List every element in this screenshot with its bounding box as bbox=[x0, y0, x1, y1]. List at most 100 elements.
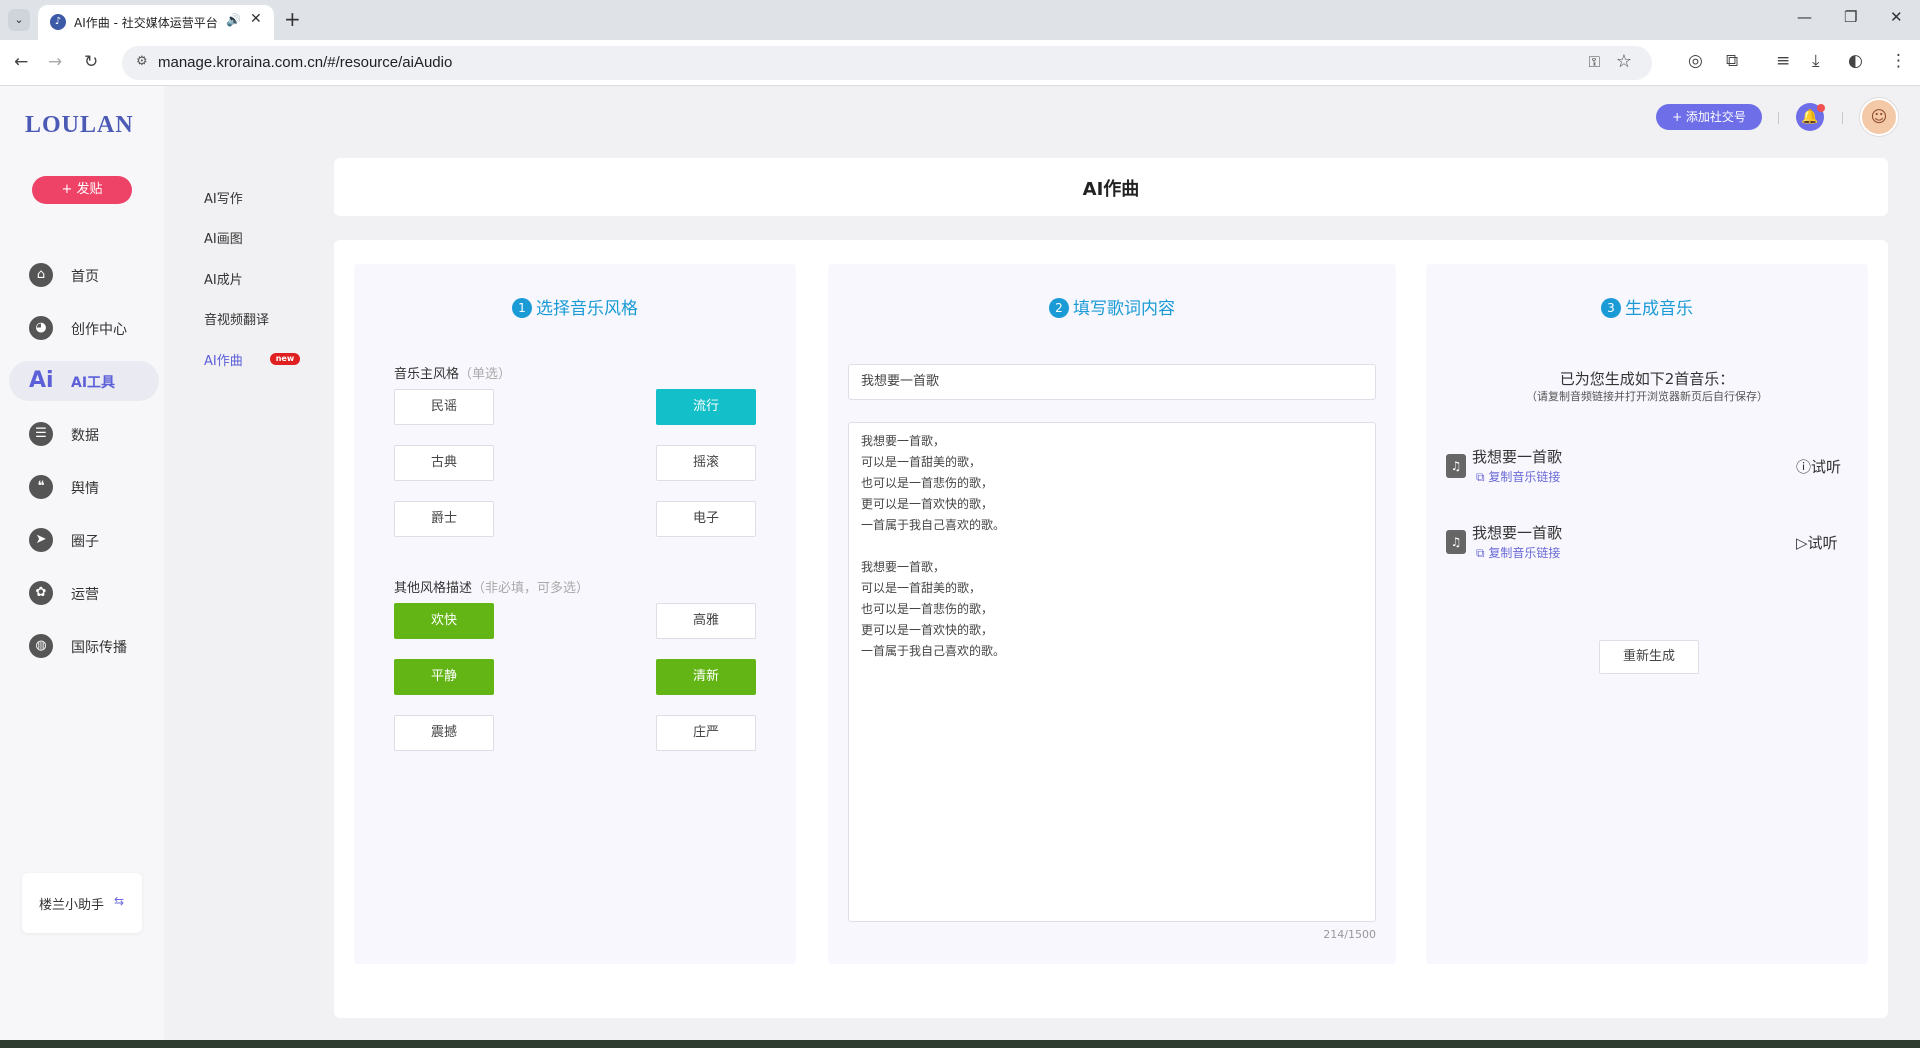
sidebar-item-label: 创作中心 bbox=[71, 322, 127, 338]
style-option-rock[interactable]: 摇滚 bbox=[656, 445, 756, 481]
generate-panel: 3 生成音乐 已为您生成如下2首音乐： （请复制音频链接并打开浏览器新页后自行保存… bbox=[1426, 264, 1868, 964]
preview-button[interactable]: ▷试听 bbox=[1796, 532, 1838, 553]
tab-audio-icon[interactable]: 🔊 bbox=[226, 13, 241, 27]
music-file-icon: ♫ bbox=[1446, 454, 1466, 478]
main-card: 1 选择音乐风格 音乐主风格（单选） 民谣 流行 古典 摇滚 爵士 电子 其他风格… bbox=[334, 240, 1888, 1018]
other-style-label-text: 其他风格描述 bbox=[394, 581, 473, 596]
tab-search-dropdown-icon[interactable]: ⌄ bbox=[8, 9, 30, 31]
extension-record-icon[interactable]: ◎ bbox=[1688, 51, 1703, 71]
assistant-widget[interactable]: 楼兰小助手 ⇆ bbox=[22, 873, 142, 933]
url-text[interactable]: manage.kroraina.com.cn/#/resource/aiAudi… bbox=[158, 54, 452, 71]
page-title-card: AI作曲 bbox=[334, 158, 1888, 216]
media-queue-icon[interactable]: ≡ bbox=[1776, 51, 1790, 71]
database-icon: ☰ bbox=[29, 422, 53, 446]
sidebar-item-operations[interactable]: ✿ 运营 bbox=[9, 573, 159, 613]
sidebar-item-international[interactable]: ◍ 国际传播 bbox=[9, 626, 159, 666]
profile-icon[interactable]: ◐ bbox=[1848, 51, 1863, 71]
step1-number: 1 bbox=[512, 298, 532, 318]
new-tab-icon[interactable]: + bbox=[284, 7, 301, 31]
extensions-puzzle-icon[interactable]: ⧉ bbox=[1726, 51, 1738, 71]
style-option-electronic[interactable]: 电子 bbox=[656, 501, 756, 537]
step3-title: 生成音乐 bbox=[1625, 299, 1693, 319]
user-avatar[interactable]: ☺ bbox=[1860, 98, 1898, 136]
submenu-av-translate[interactable]: 音视频翻译 bbox=[204, 309, 269, 328]
divider bbox=[1778, 112, 1779, 124]
style-option-jazz[interactable]: 爵士 bbox=[394, 501, 494, 537]
song-item: ♫ 我想要一首歌 ⧉ 复制音乐链接 ▷试听 bbox=[1446, 522, 1846, 568]
back-icon[interactable]: ← bbox=[14, 52, 28, 72]
bookmark-star-icon[interactable]: ☆ bbox=[1616, 51, 1632, 72]
sidebar-item-creation-center[interactable]: ◕ 创作中心 bbox=[9, 308, 159, 348]
submenu-ai-video[interactable]: AI成片 bbox=[204, 269, 243, 288]
regenerate-button[interactable]: 重新生成 bbox=[1599, 640, 1699, 674]
sidebar-item-circle[interactable]: ➤ 圈子 bbox=[9, 520, 159, 560]
style-option-classical[interactable]: 古典 bbox=[394, 445, 494, 481]
preview-label: 试听 bbox=[1811, 458, 1842, 476]
sidebar-item-sentiment[interactable]: ❝ 舆情 bbox=[9, 467, 159, 507]
preview-button[interactable]: ⓘ试听 bbox=[1796, 456, 1841, 477]
password-key-icon[interactable]: ⚿ bbox=[1589, 53, 1600, 71]
app-logo[interactable]: LOULAN bbox=[25, 112, 134, 139]
style-option-folk[interactable]: 民谣 bbox=[394, 389, 494, 425]
browser-tab-active[interactable]: ♪ AI作曲 - 社交媒体运营平台 🔊 ✕ bbox=[38, 5, 274, 40]
restore-icon[interactable]: ❐ bbox=[1844, 8, 1857, 26]
step1-title: 选择音乐风格 bbox=[536, 299, 638, 319]
step1-heading: 1 选择音乐风格 bbox=[354, 294, 796, 319]
address-bar[interactable]: ⚙ manage.kroraina.com.cn/#/resource/aiAu… bbox=[122, 46, 1652, 80]
style-option-pop[interactable]: 流行 bbox=[656, 389, 756, 425]
notification-dot bbox=[1817, 104, 1825, 112]
palette-icon: ◕ bbox=[29, 316, 53, 340]
minimize-icon[interactable]: — bbox=[1797, 8, 1812, 26]
sidebar-item-home[interactable]: ⌂ 首页 bbox=[9, 255, 159, 295]
copy-music-link-label: 复制音乐链接 bbox=[1488, 470, 1561, 484]
download-icon[interactable]: ⤓ bbox=[1812, 51, 1820, 71]
forward-icon[interactable]: → bbox=[48, 52, 62, 72]
reload-icon[interactable]: ↻ bbox=[84, 52, 98, 72]
mood-option-solemn[interactable]: 庄严 bbox=[656, 715, 756, 751]
mood-option-fresh[interactable]: 清新 bbox=[656, 659, 756, 695]
generated-save-note: （请复制音频链接并打开浏览器新页后自行保存） bbox=[1526, 390, 1768, 403]
lyrics-panel: 2 填写歌词内容 我想要一首歌 我想要一首歌， 可以是一首甜美的歌， 也可以是一首… bbox=[828, 264, 1396, 964]
sidebar-item-label: AI工具 bbox=[71, 375, 116, 391]
divider bbox=[1842, 112, 1843, 124]
new-badge: new bbox=[270, 353, 300, 365]
globe-icon: ◍ bbox=[29, 634, 53, 658]
play-icon: ⓘ bbox=[1796, 458, 1812, 476]
lyrics-char-counter: 214/1500 bbox=[1323, 928, 1376, 941]
lyrics-textarea[interactable]: 我想要一首歌， 可以是一首甜美的歌， 也可以是一首悲伤的歌， 更可以是一首欢快的… bbox=[848, 422, 1376, 922]
compass-icon: ➤ bbox=[29, 528, 53, 552]
generated-summary: 已为您生成如下2首音乐： bbox=[1559, 370, 1735, 388]
sidebar-item-label: 首页 bbox=[71, 269, 99, 285]
song-item: ♫ 我想要一首歌 ⧉ 复制音乐链接 ⓘ试听 bbox=[1446, 446, 1846, 492]
os-taskbar bbox=[0, 1040, 1920, 1048]
sidebar-item-data[interactable]: ☰ 数据 bbox=[9, 414, 159, 454]
mood-option-elegant[interactable]: 高雅 bbox=[656, 603, 756, 639]
mood-option-cheerful[interactable]: 欢快 bbox=[394, 603, 494, 639]
preview-label: 试听 bbox=[1807, 534, 1838, 552]
copy-music-link[interactable]: ⧉ 复制音乐链接 bbox=[1476, 468, 1560, 485]
sidebar-item-ai-tools[interactable]: Ai AI工具 bbox=[9, 361, 159, 401]
submenu-ai-writing[interactable]: AI写作 bbox=[204, 188, 243, 207]
sidebar-item-label: 国际传播 bbox=[71, 640, 127, 656]
add-social-account-button[interactable]: + 添加社交号 bbox=[1656, 104, 1762, 130]
tab-close-icon[interactable]: ✕ bbox=[250, 11, 262, 27]
site-info-icon[interactable]: ⚙ bbox=[136, 54, 148, 69]
mood-option-calm[interactable]: 平静 bbox=[394, 659, 494, 695]
copy-music-link[interactable]: ⧉ 复制音乐链接 bbox=[1476, 544, 1560, 561]
style-panel: 1 选择音乐风格 音乐主风格（单选） 民谣 流行 古典 摇滚 爵士 电子 其他风格… bbox=[354, 264, 796, 964]
submenu-ai-drawing[interactable]: AI画图 bbox=[204, 228, 243, 247]
main-style-label: 音乐主风格（单选） bbox=[394, 363, 511, 382]
tab-title: AI作曲 - 社交媒体运营平台 bbox=[74, 16, 218, 30]
song-title-input[interactable]: 我想要一首歌 bbox=[848, 364, 1376, 400]
post-button[interactable]: + 发贴 bbox=[32, 176, 132, 204]
browser-menu-icon[interactable]: ⋮ bbox=[1890, 51, 1907, 71]
song-name: 我想要一首歌 bbox=[1472, 524, 1563, 542]
step3-heading: 3 生成音乐 bbox=[1426, 294, 1868, 319]
submenu-ai-compose[interactable]: AI作曲 bbox=[204, 350, 243, 369]
copy-music-link-label: 复制音乐链接 bbox=[1488, 546, 1561, 560]
song-name: 我想要一首歌 bbox=[1472, 448, 1563, 466]
other-style-label: 其他风格描述（非必填，可多选） bbox=[394, 577, 589, 596]
mood-option-shocking[interactable]: 震撼 bbox=[394, 715, 494, 751]
window-close-icon[interactable]: ✕ bbox=[1890, 8, 1903, 26]
other-style-hint: （非必填，可多选） bbox=[472, 581, 590, 596]
